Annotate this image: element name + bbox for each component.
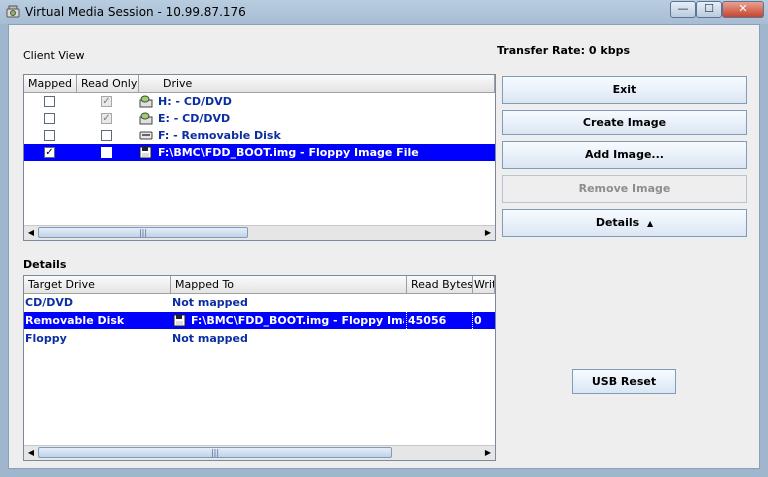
transfer-rate-label: Transfer Rate: 0 kbps: [497, 44, 630, 57]
column-drive[interactable]: Drive: [139, 75, 495, 92]
drive-row[interactable]: ✓ E: - CD/DVD: [24, 110, 495, 127]
scroll-left-icon[interactable]: ◀: [24, 446, 38, 460]
transfer-rate-value: 0 kbps: [588, 44, 630, 57]
exit-button[interactable]: Exit: [502, 76, 747, 104]
column-mapped-to[interactable]: Mapped To: [171, 276, 407, 293]
details-row[interactable]: CD/DVD Not mapped: [24, 294, 495, 311]
drive-label: F: - Removable Disk: [158, 129, 281, 142]
window-title: Virtual Media Session - 10.99.87.176: [25, 5, 246, 19]
close-button[interactable]: ✕: [722, 1, 764, 18]
client-view-header: Mapped Read Only Drive: [24, 75, 495, 93]
mapped-checkbox[interactable]: ✓: [44, 147, 55, 158]
column-separator: [406, 312, 407, 329]
read-only-checkbox: ✓: [101, 96, 112, 107]
column-separator: [472, 312, 473, 329]
client-view-label: Client View: [23, 49, 85, 62]
close-icon: ✕: [738, 2, 748, 15]
drive-row-selected[interactable]: ✓ F:\BMC\FDD_BOOT.img - Floppy Image Fil…: [24, 144, 495, 161]
floppy-image-icon: [173, 314, 186, 327]
scroll-left-icon[interactable]: ◀: [24, 226, 38, 240]
usb-reset-button[interactable]: USB Reset: [572, 369, 676, 394]
details-button[interactable]: Details ▲: [502, 209, 747, 237]
minimize-button[interactable]: —: [670, 1, 696, 18]
client-view-table: Mapped Read Only Drive ✓ H: - CD/DVD ✓ E…: [23, 74, 496, 241]
removable-disk-icon: [139, 131, 153, 140]
mapped-checkbox[interactable]: [44, 96, 55, 107]
cd-drive-icon: [139, 95, 153, 108]
mapped-checkbox[interactable]: [44, 130, 55, 141]
maximize-button[interactable]: ☐: [696, 1, 722, 18]
details-row[interactable]: Floppy Not mapped: [24, 330, 495, 347]
client-view-scrollbar[interactable]: ◀ ||| ▶: [24, 225, 495, 240]
drive-row[interactable]: F: - Removable Disk: [24, 127, 495, 144]
collapse-arrow-icon: ▲: [647, 219, 654, 228]
details-header: Target Drive Mapped To Read Bytes Writ: [24, 276, 495, 294]
target-drive-cell: Floppy: [25, 332, 67, 345]
details-scrollbar[interactable]: ◀ ||| ▶: [24, 445, 495, 460]
remove-image-button: Remove Image: [502, 175, 747, 203]
scroll-right-icon[interactable]: ▶: [481, 226, 495, 240]
drive-label: H: - CD/DVD: [158, 95, 232, 108]
minimize-icon: —: [677, 2, 689, 15]
column-target-drive[interactable]: Target Drive: [24, 276, 171, 293]
target-drive-cell: Removable Disk: [25, 314, 125, 327]
add-image-button[interactable]: Add Image...: [502, 141, 747, 169]
column-write-bytes[interactable]: Writ: [473, 276, 495, 293]
column-read-bytes[interactable]: Read Bytes: [407, 276, 473, 293]
read-only-checkbox[interactable]: [101, 147, 112, 158]
drive-row[interactable]: ✓ H: - CD/DVD: [24, 93, 495, 110]
scroll-thumb[interactable]: |||: [38, 227, 248, 238]
read-bytes-cell: 45056: [408, 314, 447, 327]
read-only-checkbox: ✓: [101, 113, 112, 124]
column-mapped[interactable]: Mapped: [24, 75, 77, 92]
drive-label: E: - CD/DVD: [158, 112, 231, 125]
column-read-only[interactable]: Read Only: [77, 75, 139, 92]
target-drive-cell: CD/DVD: [25, 296, 73, 309]
details-table: Target Drive Mapped To Read Bytes Writ C…: [23, 275, 496, 461]
details-label: Details: [23, 258, 67, 271]
maximize-icon: ☐: [704, 2, 714, 15]
create-image-button[interactable]: Create Image: [502, 110, 747, 135]
drive-label: F:\BMC\FDD_BOOT.img - Floppy Image File: [158, 146, 419, 159]
read-only-checkbox[interactable]: [101, 130, 112, 141]
client-area: Client View Transfer Rate: 0 kbps Mapped…: [8, 24, 760, 469]
app-icon: [6, 5, 20, 18]
virtual-media-window: Virtual Media Session - 10.99.87.176 — ☐…: [0, 0, 768, 477]
mapped-to-cell: F:\BMC\FDD_BOOT.img - Floppy Image File: [191, 314, 404, 327]
scroll-thumb[interactable]: |||: [38, 447, 392, 458]
mapped-checkbox[interactable]: [44, 113, 55, 124]
details-label: Details: [595, 216, 640, 229]
mapped-to-cell: Not mapped: [172, 332, 248, 345]
mapped-to-cell: Not mapped: [172, 296, 248, 309]
cd-drive-icon: [139, 112, 153, 125]
scroll-right-icon[interactable]: ▶: [481, 446, 495, 460]
floppy-image-icon: [139, 146, 152, 159]
write-bytes-cell: 0: [474, 314, 482, 327]
title-bar[interactable]: Virtual Media Session - 10.99.87.176 — ☐…: [0, 0, 768, 24]
details-row-selected[interactable]: Removable Disk F:\BMC\FDD_BOOT.img - Flo…: [24, 312, 495, 329]
